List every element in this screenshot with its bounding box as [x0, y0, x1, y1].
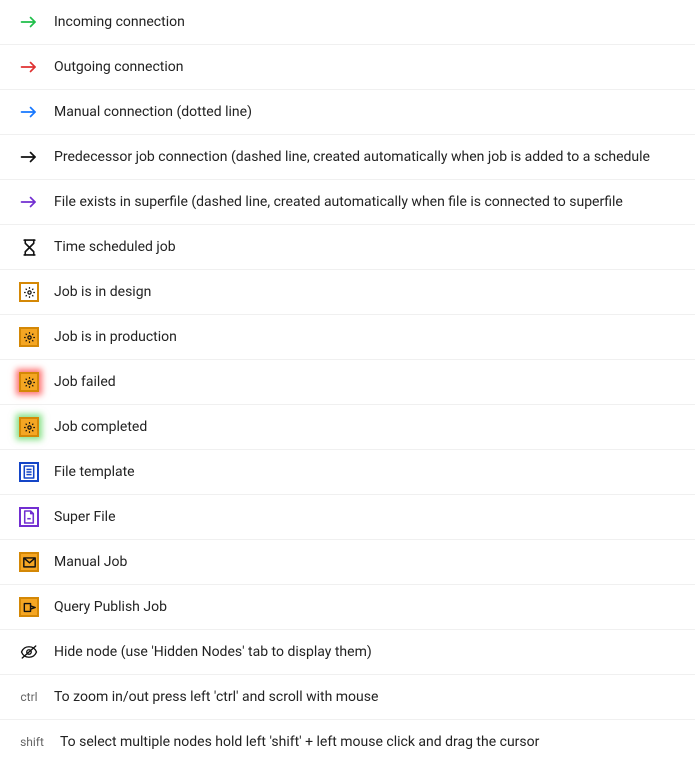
legend-row-outgoing-connection: Outgoing connection: [0, 45, 695, 90]
arrow-right-red-icon: [18, 56, 40, 78]
legend-row-ctrl-zoom: ctrl To zoom in/out press left 'ctrl' an…: [0, 675, 695, 720]
legend-label: Query Publish Job: [54, 599, 167, 615]
legend-label: Incoming connection: [54, 14, 185, 30]
legend-row-file-template: File template: [0, 450, 695, 495]
legend-label: Manual connection (dotted line): [54, 104, 252, 120]
legend-label: Predecessor job connection (dashed line,…: [54, 149, 650, 165]
arrow-right-purple-icon: [18, 191, 40, 213]
legend-label: Time scheduled job: [54, 239, 176, 255]
legend-label: Job is in design: [54, 284, 151, 300]
legend-label: Hide node (use 'Hidden Nodes' tab to dis…: [54, 644, 372, 660]
legend-row-time-scheduled-job: Time scheduled job: [0, 225, 695, 270]
job-design-icon: [18, 281, 40, 303]
legend-row-job-in-design: Job is in design: [0, 270, 695, 315]
legend-label: To select multiple nodes hold left 'shif…: [60, 734, 539, 750]
key-label-ctrl: ctrl: [20, 690, 37, 704]
super-file-icon: [18, 506, 40, 528]
legend-row-shift-select: shift To select multiple nodes hold left…: [0, 720, 695, 764]
legend-row-manual-job: Manual Job: [0, 540, 695, 585]
legend-row-manual-connection: Manual connection (dotted line): [0, 90, 695, 135]
eye-off-icon: [18, 641, 40, 663]
arrow-right-blue-icon: [18, 101, 40, 123]
query-publish-job-icon: [18, 596, 40, 618]
job-completed-icon: [18, 416, 40, 438]
hourglass-icon: [18, 236, 40, 258]
legend-row-incoming-connection: Incoming connection: [0, 0, 695, 45]
shift-key-icon: shift: [18, 731, 46, 753]
legend-list: Incoming connection Outgoing connection …: [0, 0, 695, 764]
legend-label: File exists in superfile (dashed line, c…: [54, 194, 623, 210]
arrow-right-black-icon: [18, 146, 40, 168]
legend-label: Outgoing connection: [54, 59, 183, 75]
legend-label: File template: [54, 464, 135, 480]
legend-label: Job is in production: [54, 329, 177, 345]
legend-row-query-publish-job: Query Publish Job: [0, 585, 695, 630]
arrow-right-green-icon: [18, 11, 40, 33]
file-template-icon: [18, 461, 40, 483]
legend-row-hide-node: Hide node (use 'Hidden Nodes' tab to dis…: [0, 630, 695, 675]
legend-row-job-completed: Job completed: [0, 405, 695, 450]
legend-label: Job completed: [54, 419, 147, 435]
job-failed-icon: [18, 371, 40, 393]
job-production-icon: [18, 326, 40, 348]
key-label-shift: shift: [20, 735, 44, 749]
legend-row-job-in-production: Job is in production: [0, 315, 695, 360]
legend-label: Job failed: [54, 374, 116, 390]
ctrl-key-icon: ctrl: [18, 686, 40, 708]
legend-row-predecessor-job-connection: Predecessor job connection (dashed line,…: [0, 135, 695, 180]
legend-row-job-failed: Job failed: [0, 360, 695, 405]
legend-row-file-exists-in-superfile: File exists in superfile (dashed line, c…: [0, 180, 695, 225]
legend-label: To zoom in/out press left 'ctrl' and scr…: [54, 689, 378, 705]
manual-job-icon: [18, 551, 40, 573]
legend-label: Super File: [54, 509, 116, 525]
legend-label: Manual Job: [54, 554, 127, 570]
legend-row-super-file: Super File: [0, 495, 695, 540]
